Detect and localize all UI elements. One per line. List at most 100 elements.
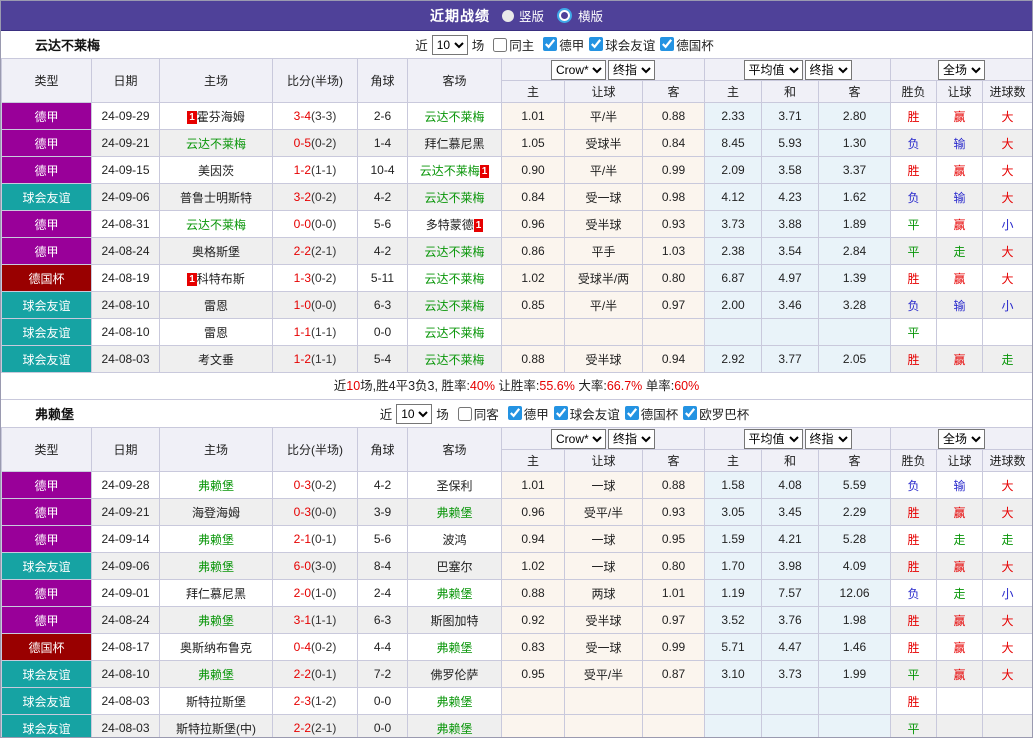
col-type-header: 类型 [2, 59, 92, 103]
league-filter[interactable]: 德国杯 [660, 35, 714, 54]
avg-kind-select[interactable]: 终指 [805, 429, 852, 449]
games-count-select[interactable]: 10 [396, 404, 432, 424]
same-venue-filter[interactable]: 同主 [493, 35, 534, 54]
league-badge: 球会友谊 [2, 553, 92, 580]
handicap-line: 受一球 [565, 184, 643, 211]
league-badge: 球会友谊 [2, 688, 92, 715]
league-checkbox[interactable] [625, 406, 639, 420]
avg-home-odds: 1.59 [705, 526, 762, 553]
odds-kind-select[interactable]: 终指 [608, 60, 655, 80]
avg-source-select[interactable]: 平均值 [744, 429, 803, 449]
odds-source-select[interactable]: Crow* [551, 429, 606, 449]
league-filter[interactable]: 球会友谊 [554, 404, 620, 423]
scope-select[interactable]: 全场 [938, 60, 985, 80]
league-checkbox[interactable] [508, 406, 522, 420]
avg-draw-odds: 4.97 [762, 265, 819, 292]
league-filter[interactable]: 德国杯 [625, 404, 679, 423]
league-filter[interactable]: 球会友谊 [589, 35, 655, 54]
half-time-score: (0-0) [311, 505, 336, 519]
team-label: 海登海姆 [192, 506, 240, 520]
home-team: 普鲁士明斯特 [160, 184, 273, 211]
league-checkbox[interactable] [660, 37, 674, 51]
team-label: 弗赖堡 [198, 479, 234, 493]
scope-select[interactable]: 全场 [938, 429, 985, 449]
avg-home-odds: 3.05 [705, 499, 762, 526]
page-title: 近期战绩 [430, 6, 490, 26]
match-row: 球会友谊24-08-10弗赖堡2-2(0-1)7-2佛罗伦萨0.95受平/半0.… [2, 661, 1033, 688]
handicap-line: 受球半 [565, 130, 643, 157]
match-row: 球会友谊24-08-10雷恩1-1(1-1)0-0云达不莱梅平 [2, 319, 1033, 346]
league-badge: 球会友谊 [2, 319, 92, 346]
handicap-home-odds: 0.95 [502, 661, 565, 688]
avg-draw-odds: 3.88 [762, 211, 819, 238]
avg-draw-odds: 4.08 [762, 472, 819, 499]
result-outcome: 胜 [891, 499, 937, 526]
league-checkbox[interactable] [683, 406, 697, 420]
league-label: 德国杯 [641, 404, 679, 423]
league-filter[interactable]: 欧罗巴杯 [683, 404, 749, 423]
match-row: 球会友谊24-09-06普鲁士明斯特3-2(0-2)4-2云达不莱梅0.84受一… [2, 184, 1033, 211]
away-team: 拜仁慕尼黑 [408, 130, 502, 157]
avg-draw-odds: 4.47 [762, 634, 819, 661]
full-time-score: 3-2 [294, 190, 311, 204]
match-score: 3-1(1-1) [273, 607, 358, 634]
league-badge: 球会友谊 [2, 292, 92, 319]
result-handicap: 赢 [937, 661, 983, 688]
team-label: 波鸿 [442, 533, 466, 547]
team-label: 云达不莱梅 [420, 164, 480, 178]
team-section: 云达不莱梅 近 10 场 同主 德甲球会友谊德国杯 类型 日期 主场 比分(半场… [1, 31, 1032, 400]
result-handicap: 输 [937, 130, 983, 157]
league-filter[interactable]: 德甲 [508, 404, 549, 423]
result-handicap: 输 [937, 472, 983, 499]
same-venue-checkbox[interactable] [493, 38, 507, 52]
corner-score: 0-0 [358, 688, 408, 715]
mode-vertical-radio[interactable]: 竖版 [502, 6, 544, 25]
result-handicap: 赢 [937, 157, 983, 184]
sections-container: 云达不莱梅 近 10 场 同主 德甲球会友谊德国杯 类型 日期 主场 比分(半场… [1, 31, 1032, 738]
handicap-home-odds: 0.94 [502, 526, 565, 553]
handicap-home-odds [502, 319, 565, 346]
league-filter[interactable]: 德甲 [543, 35, 584, 54]
avg-kind-select[interactable]: 终指 [805, 60, 852, 80]
odds-kind-select[interactable]: 终指 [608, 429, 655, 449]
team-label: 云达不莱梅 [424, 245, 484, 259]
avg-source-select[interactable]: 平均值 [744, 60, 803, 80]
col-type-header: 类型 [2, 428, 92, 472]
home-team: 1霍芬海姆 [160, 103, 273, 130]
avg-home-odds [705, 715, 762, 738]
result-outcome: 负 [891, 472, 937, 499]
team-label: 多特蒙德 [426, 218, 474, 232]
full-time-score: 0-5 [294, 136, 311, 150]
same-venue-checkbox[interactable] [458, 407, 472, 421]
handicap-home-odds: 0.86 [502, 238, 565, 265]
odds-source-select[interactable]: Crow* [551, 60, 606, 80]
avg-draw-odds: 3.76 [762, 607, 819, 634]
handicap-away-odds: 0.95 [643, 526, 705, 553]
handicap-line: 受球半/两 [565, 265, 643, 292]
col-away-header: 客场 [408, 59, 502, 103]
sub-home-header: 主 [502, 450, 565, 472]
match-score: 1-2(1-1) [273, 157, 358, 184]
league-checkbox[interactable] [554, 406, 568, 420]
team-label: 弗赖堡 [436, 722, 472, 736]
near-label: 近 [380, 404, 393, 423]
top-bar: 近期战绩 竖版 横版 [1, 1, 1032, 31]
sub-goals-header: 进球数 [983, 450, 1033, 472]
games-count-select[interactable]: 10 [432, 35, 468, 55]
league-checkbox[interactable] [543, 37, 557, 51]
avg-away-odds: 4.09 [819, 553, 891, 580]
mode-horizontal-radio[interactable]: 横版 [556, 6, 603, 25]
result-goals: 大 [983, 607, 1033, 634]
result-outcome: 负 [891, 292, 937, 319]
red-card-badge: 1 [474, 219, 484, 232]
same-venue-filter[interactable]: 同客 [458, 404, 499, 423]
radio-checked-icon[interactable] [502, 10, 514, 22]
sub-avg-home-header: 主 [705, 450, 762, 472]
col-date-header: 日期 [92, 428, 160, 472]
filter-controls: 近 10 场 同客 德甲球会友谊德国杯欧罗巴杯 [380, 404, 750, 424]
away-team: 云达不莱梅 [408, 184, 502, 211]
col-score-header: 比分(半场) [273, 428, 358, 472]
radio-unchecked-icon[interactable] [559, 10, 570, 21]
handicap-away-odds: 0.93 [643, 211, 705, 238]
league-checkbox[interactable] [589, 37, 603, 51]
